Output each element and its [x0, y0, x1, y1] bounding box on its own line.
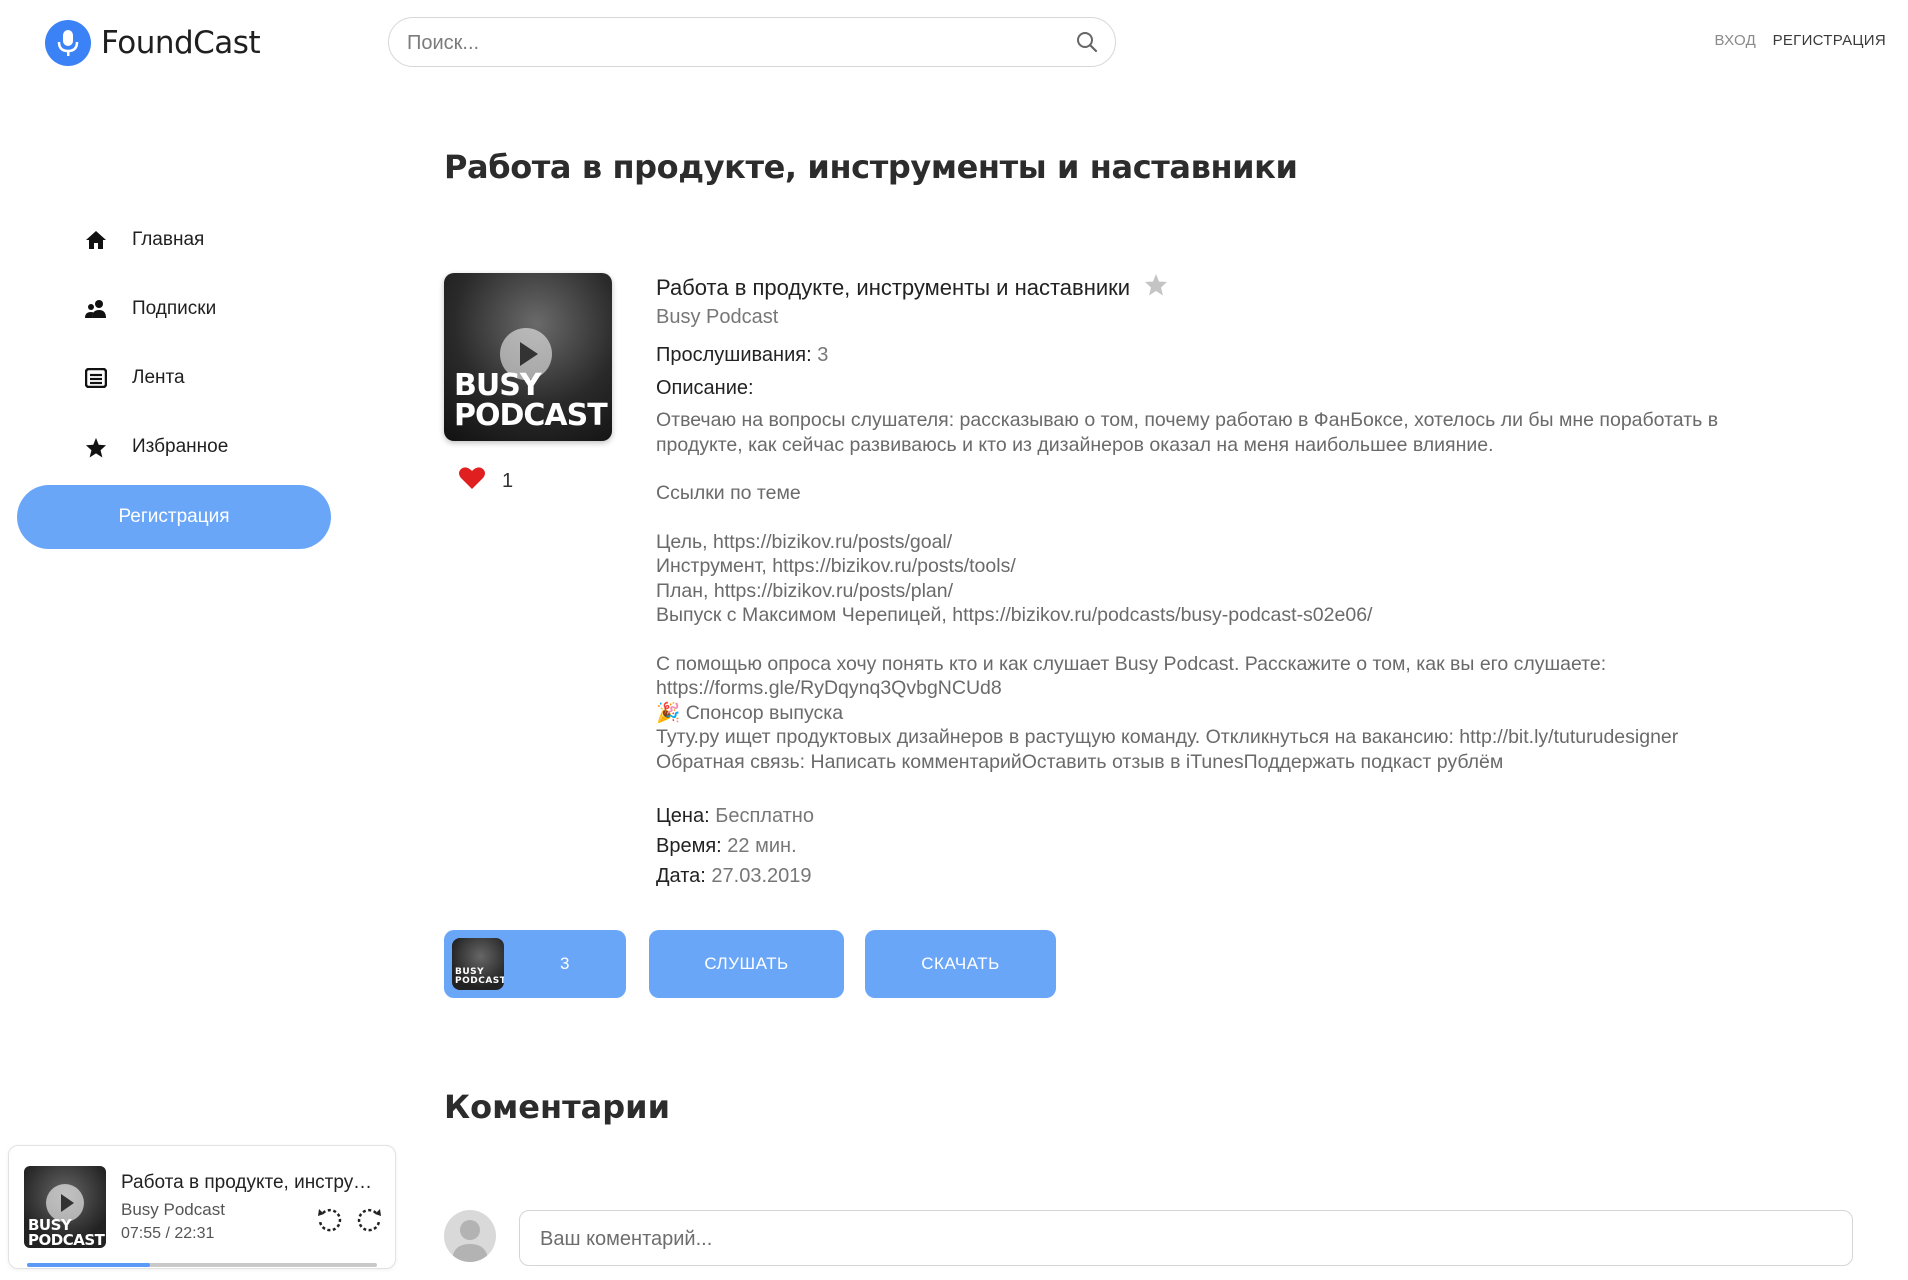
search-input[interactable]: [405, 18, 1049, 68]
search-bar[interactable]: [388, 17, 1116, 68]
description-paragraph: Туту.ру ищет продуктовых дизайнеров в ра…: [656, 726, 1679, 748]
date-row: Дата: 27.03.2019: [656, 865, 812, 888]
podcast-episodes-button[interactable]: BUSY PODCAST 3: [444, 930, 626, 998]
sidebar-item-home[interactable]: Главная: [84, 228, 204, 252]
player-cover-brand: BUSY PODCAST: [28, 1218, 105, 1248]
episode-cover[interactable]: BUSY PODCAST: [444, 273, 612, 441]
sponsor-line: 🎉 Спонсор выпуска: [656, 701, 1806, 726]
sidebar-register-button[interactable]: Регистрация: [17, 485, 331, 549]
list-icon: [84, 366, 108, 390]
listen-button[interactable]: СЛУШАТЬ: [649, 930, 844, 998]
player-cover-line2: PODCAST: [28, 1231, 105, 1248]
header: FoundCast ВХОД РЕГИСТРАЦИЯ: [0, 0, 1908, 84]
auth-links: ВХОД РЕГИСТРАЦИЯ: [1715, 32, 1886, 49]
description-paragraph: С помощью опроса хочу понять кто и как с…: [656, 652, 1607, 700]
episode-podcast-name[interactable]: Busy Podcast: [656, 306, 778, 329]
date-label: Дата:: [656, 865, 706, 887]
microphone-icon: [45, 20, 91, 66]
player-podcast: Busy Podcast: [121, 1200, 225, 1219]
thumb-brand: BUSY PODCAST: [455, 967, 504, 986]
episode-title-row: Работа в продукте, инструменты и наставн…: [656, 273, 1168, 302]
description-link: Инструмент, https://bizikov.ru/posts/too…: [656, 555, 1016, 577]
comment-field[interactable]: [519, 1210, 1853, 1267]
search-icon[interactable]: [1075, 30, 1099, 54]
duration-row: Время: 22 мин.: [656, 835, 797, 858]
episode-description: Отвечаю на вопросы слушателя: рассказыва…: [656, 408, 1806, 774]
sidebar-item-feed[interactable]: Лента: [84, 366, 185, 390]
duration-value: 22 мин.: [727, 835, 797, 857]
listens-value: 3: [817, 344, 829, 366]
duration-label: Время:: [656, 835, 722, 857]
price-row: Цена: Бесплатно: [656, 805, 814, 828]
description-label: Описание:: [656, 377, 754, 399]
sidebar-item-label: Главная: [132, 229, 205, 250]
player-cover[interactable]: BUSY PODCAST: [24, 1166, 106, 1248]
comments-title: Коментарии: [444, 1088, 670, 1126]
user-avatar-icon: [444, 1210, 496, 1262]
register-link[interactable]: РЕГИСТРАЦИЯ: [1773, 32, 1886, 49]
home-icon: [84, 228, 108, 252]
cover-brand-line1: BUSY: [454, 368, 542, 403]
sidebar-item-label: Подписки: [132, 298, 217, 319]
description-link: Цель, https://bizikov.ru/posts/goal/: [656, 530, 953, 553]
player-time: 07:55 / 22:31: [121, 1225, 215, 1242]
sidebar-item-favorites[interactable]: Избранное: [84, 435, 228, 459]
progress-fill: [27, 1263, 150, 1267]
description-link: План, https://bizikov.ru/posts/plan/: [656, 579, 954, 602]
date-value: 27.03.2019: [711, 865, 812, 887]
sidebar-item-label: Избранное: [132, 436, 229, 457]
player-title: Работа в продукте, инструменты и наставн…: [121, 1172, 383, 1193]
listens-row: Прослушивания: 3: [656, 344, 828, 367]
price-label: Цена:: [656, 805, 710, 827]
listens-label: Прослушивания:: [656, 344, 812, 366]
description-paragraph: Обратная связь: Написать комментарийОста…: [656, 750, 1504, 773]
star-icon: [84, 435, 108, 459]
mini-player: BUSY PODCAST Работа в продукте, инструме…: [8, 1145, 396, 1269]
likes-count: 1: [502, 469, 514, 492]
likes: 1: [458, 466, 513, 496]
logo[interactable]: FoundCast: [45, 20, 261, 66]
podcast-thumbnail: BUSY PODCAST: [452, 938, 504, 990]
sidebar-item-subscriptions[interactable]: Подписки: [84, 297, 216, 321]
description-paragraph: Отвечаю на вопросы слушателя: рассказыва…: [656, 409, 1719, 456]
users-icon: [84, 297, 108, 321]
sponsor-text: Спонсор выпуска: [685, 701, 844, 724]
heart-icon[interactable]: [458, 466, 486, 496]
login-link[interactable]: ВХОД: [1715, 32, 1757, 49]
cover-brand-line2: PODCAST: [454, 398, 608, 433]
description-paragraph: Ссылки по теме: [656, 482, 801, 504]
cover-brand: BUSY PODCAST: [454, 368, 608, 433]
comment-input[interactable]: [538, 1211, 1832, 1267]
price-value: Бесплатно: [715, 805, 814, 827]
episode-title: Работа в продукте, инструменты и наставн…: [656, 274, 1131, 300]
party-icon: 🎉: [656, 701, 681, 724]
logo-text: FoundCast: [101, 25, 261, 61]
favorite-star-icon[interactable]: [1144, 273, 1168, 302]
episodes-count: 3: [560, 954, 570, 973]
description-link: Выпуск с Максимом Черепицей, https://biz…: [656, 604, 1373, 626]
forward-icon[interactable]: [354, 1206, 384, 1236]
download-button[interactable]: СКАЧАТЬ: [865, 930, 1056, 998]
sidebar-item-label: Лента: [132, 367, 185, 388]
rewind-icon[interactable]: [315, 1206, 345, 1236]
progress-track[interactable]: [27, 1263, 377, 1267]
page-title: Работа в продукте, инструменты и наставн…: [444, 148, 1298, 186]
